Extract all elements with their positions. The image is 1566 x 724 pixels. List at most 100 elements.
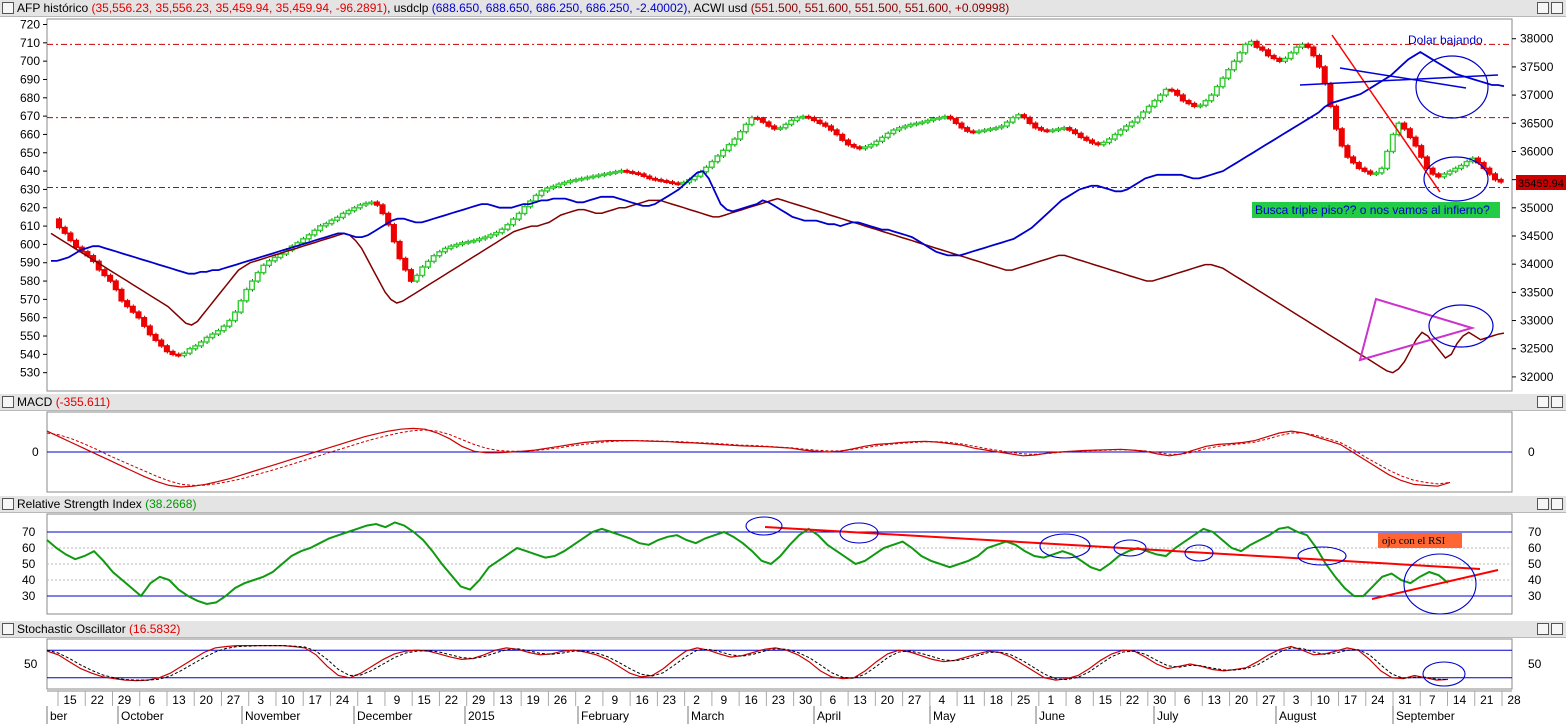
candle-down: [952, 118, 959, 124]
candle-up: [878, 136, 886, 143]
candle-down: [629, 171, 636, 174]
candle-up: [368, 201, 375, 205]
rsi-tick-left: 50: [22, 557, 36, 571]
candle-up: [203, 336, 210, 343]
candle-up: [243, 288, 250, 302]
day-label: 17: [309, 693, 323, 707]
month-label: 2015: [468, 709, 495, 723]
candle-down: [646, 175, 653, 180]
acwi-line: [50, 197, 1505, 374]
afp-circle: [1423, 156, 1489, 202]
candle-up: [464, 240, 471, 244]
day-label: 1: [1047, 693, 1054, 707]
candle-down: [1168, 88, 1175, 92]
left-axis-tick: 680: [20, 91, 40, 105]
candle-down: [822, 122, 829, 127]
candle-up: [334, 216, 341, 221]
right-axis-tick: 34000: [1520, 257, 1554, 271]
candle-down: [674, 182, 681, 186]
candle-up: [1140, 111, 1147, 119]
rsi-tick-left: 60: [22, 541, 36, 555]
left-axis-tick: 590: [20, 256, 40, 270]
candle-down: [55, 218, 63, 229]
candle-up: [430, 255, 437, 263]
candle-up: [453, 243, 460, 247]
left-axis-tick: 540: [20, 347, 40, 361]
candle-up: [583, 176, 590, 180]
day-label: 22: [445, 693, 459, 707]
candle-up: [362, 202, 369, 206]
candle-up: [901, 125, 908, 129]
candle-up: [1230, 60, 1237, 71]
candle-down: [1185, 100, 1192, 105]
candle-up: [192, 345, 199, 350]
candle-up: [300, 238, 307, 244]
right-axis-tick: 33000: [1520, 314, 1554, 328]
candle-down: [141, 317, 148, 327]
candle-up: [447, 245, 454, 250]
candle-up: [1208, 94, 1215, 102]
left-axis-tick: 530: [20, 366, 40, 380]
candle-down: [1020, 114, 1027, 119]
candle-up: [725, 143, 732, 152]
candle-down: [1333, 105, 1340, 130]
candle-up: [197, 341, 204, 347]
month-label: June: [1039, 709, 1065, 723]
day-label: 31: [1398, 693, 1412, 707]
rsi-tick-left: 70: [22, 525, 36, 539]
rsi-tick-left: 30: [22, 589, 36, 603]
candle-down: [1179, 94, 1186, 102]
candle-down: [964, 127, 971, 132]
candle-up: [918, 121, 925, 125]
candle-down: [1094, 142, 1101, 146]
candle-down: [1412, 136, 1419, 147]
day-label: 6: [1184, 693, 1191, 707]
candle-up: [776, 127, 783, 130]
month-label: July: [1157, 709, 1178, 723]
month-label: February: [581, 709, 629, 723]
candle-up: [1060, 127, 1067, 130]
day-label: 19: [526, 693, 540, 707]
candle-up: [237, 300, 244, 313]
candle-up: [521, 205, 528, 215]
candle-up: [1298, 43, 1306, 48]
month-label: October: [121, 709, 164, 723]
day-label: 27: [1262, 693, 1276, 707]
candle-down: [175, 353, 182, 357]
candle-up: [498, 228, 505, 234]
candle-up: [226, 319, 233, 327]
macd-panel: MACD (-355.611) 00: [0, 394, 1566, 494]
day-label: 20: [881, 693, 895, 707]
candle-down: [1429, 167, 1436, 175]
candle-down: [827, 125, 834, 131]
candle-down: [390, 224, 397, 243]
rsi-tick-left: 40: [22, 573, 36, 587]
candle-down: [67, 232, 74, 242]
left-axis-tick: 660: [20, 127, 40, 141]
candle-up: [271, 256, 278, 262]
candle-up: [186, 348, 193, 354]
candle-up: [998, 125, 1005, 129]
candle-up: [907, 123, 914, 127]
left-axis-tick: 650: [20, 146, 40, 160]
usdclp-line: [51, 50, 1505, 275]
left-axis-tick: 640: [20, 164, 40, 178]
day-label: 8: [1075, 693, 1082, 707]
candle-up: [714, 155, 721, 163]
candle-down: [1435, 173, 1442, 178]
month-label: April: [817, 709, 841, 723]
candle-up: [1457, 164, 1464, 170]
macd-zero-label-right: 0: [1528, 445, 1535, 459]
candle-up: [873, 140, 880, 146]
candle-up: [788, 119, 795, 126]
candle-up: [345, 209, 352, 215]
candle-up: [493, 231, 500, 236]
candle-up: [544, 187, 551, 192]
candle-up: [510, 218, 517, 226]
candle-down: [1276, 57, 1283, 62]
candle-up: [1015, 114, 1022, 119]
day-label: 13: [172, 693, 186, 707]
stochastic-circle: [1422, 661, 1466, 687]
month-label: September: [1396, 709, 1455, 723]
candle-up: [612, 171, 619, 174]
